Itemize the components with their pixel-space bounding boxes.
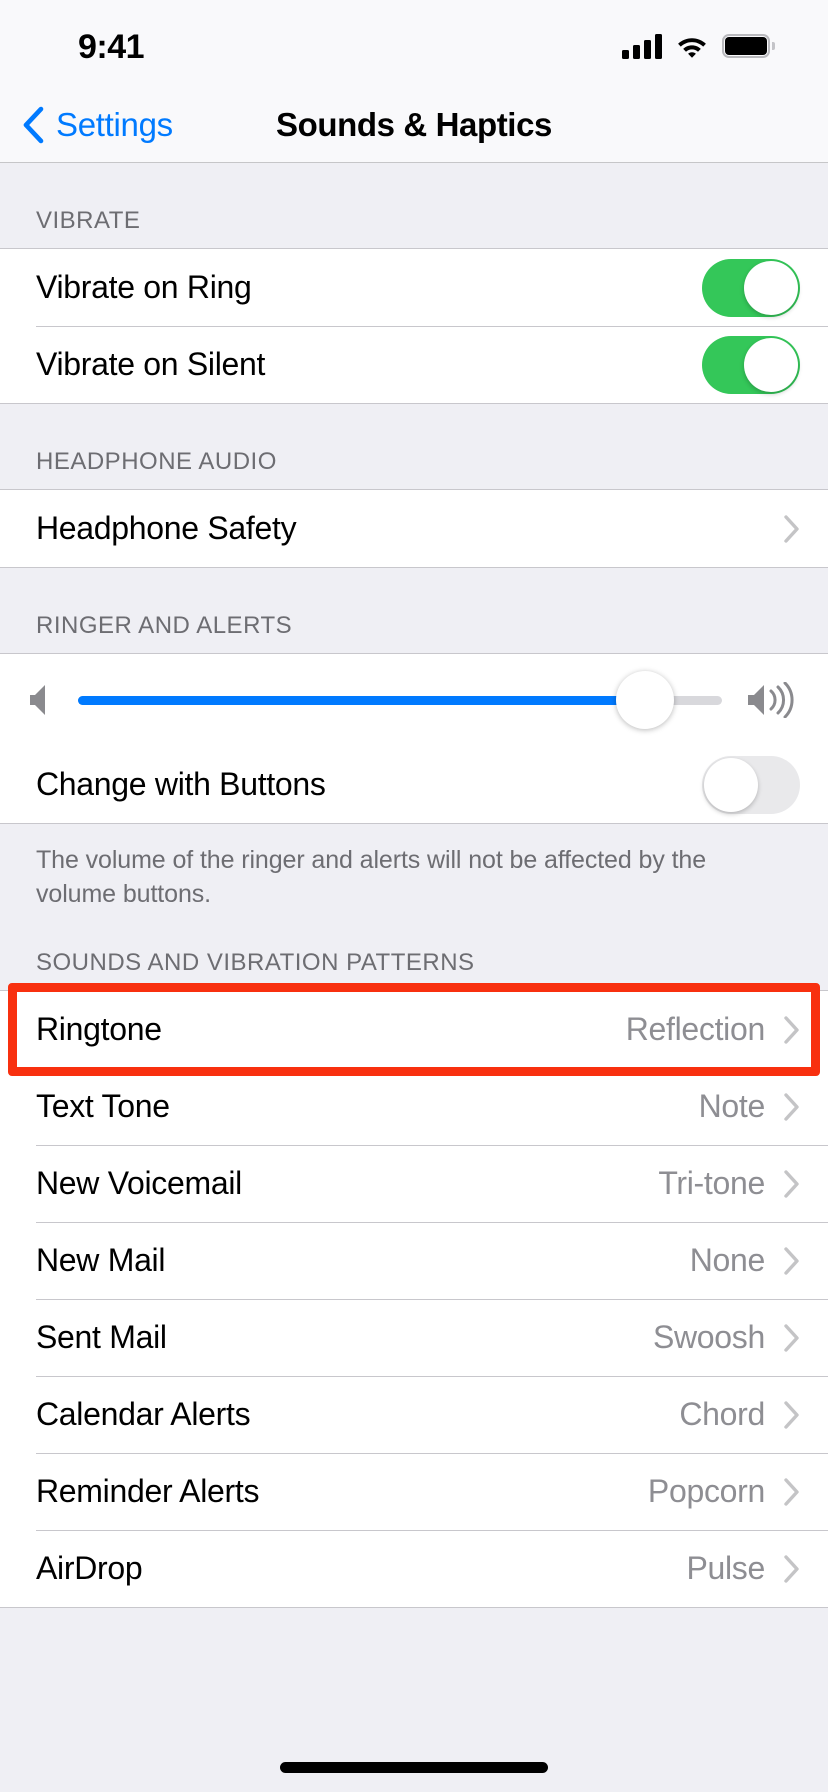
speaker-low-icon — [30, 685, 45, 715]
toggle-change-with-buttons[interactable] — [702, 755, 800, 814]
chevron-right-icon — [784, 1246, 799, 1275]
row-value: Tri-tone — [658, 1165, 765, 1201]
row-ringer-volume[interactable] — [0, 654, 828, 746]
row-headphone-safety[interactable]: Headphone Safety — [0, 490, 828, 567]
chevron-right-icon — [784, 1400, 799, 1429]
chevron-right-icon — [784, 1015, 799, 1044]
battery-full-icon — [722, 34, 775, 58]
toggle-vibrate-on-ring[interactable] — [702, 258, 800, 317]
status-bar: 9:41 — [0, 0, 828, 88]
volume-slider[interactable] — [78, 671, 722, 729]
row-value: Swoosh — [652, 1319, 765, 1355]
row-change-with-buttons[interactable]: Change with Buttons — [0, 746, 828, 823]
slider-fill — [78, 695, 645, 705]
cellular-signal-icon — [622, 33, 662, 59]
row-label: Change with Buttons — [36, 766, 326, 802]
slider-thumb[interactable] — [615, 671, 674, 729]
row-text-tone[interactable]: Text Tone Note — [0, 1068, 828, 1145]
section-group-vibrate: Vibrate on Ring Vibrate on Silent — [0, 248, 828, 404]
row-value: Popcorn — [647, 1473, 765, 1509]
row-ringtone[interactable]: Ringtone Reflection — [0, 991, 828, 1068]
back-button-label: Settings — [56, 106, 173, 143]
row-vibrate-on-ring[interactable]: Vibrate on Ring — [0, 249, 828, 326]
status-bar-time: 9:41 — [78, 28, 145, 66]
row-label: Reminder Alerts — [36, 1473, 260, 1509]
row-new-voicemail[interactable]: New Voicemail Tri-tone — [0, 1145, 828, 1222]
back-button[interactable]: Settings — [0, 106, 173, 144]
chevron-right-icon — [784, 1323, 799, 1352]
navigation-bar: Settings Sounds & Haptics — [0, 88, 828, 163]
row-label: Vibrate on Ring — [36, 269, 252, 305]
row-label: Text Tone — [36, 1088, 170, 1124]
settings-list[interactable]: VIBRATE Vibrate on Ring Vibrate on Silen… — [0, 163, 828, 1792]
speaker-high-icon — [748, 682, 794, 718]
row-reminder-alerts[interactable]: Reminder Alerts Popcorn — [0, 1453, 828, 1530]
chevron-right-icon — [784, 514, 799, 543]
section-group-sounds-and-vibration-patterns: Ringtone Reflection Text Tone Note New V… — [0, 983, 828, 1608]
footnote-ringer-and-alerts: The volume of the ringer and alerts will… — [0, 824, 828, 911]
iphone-screen: 9:41 Settings Sounds & Haptics VIBRATE V… — [0, 0, 828, 1792]
row-calendar-alerts[interactable]: Calendar Alerts Chord — [0, 1376, 828, 1453]
row-value: Note — [698, 1088, 766, 1124]
row-airdrop[interactable]: AirDrop Pulse — [0, 1530, 828, 1607]
row-vibrate-on-silent[interactable]: Vibrate on Silent — [0, 326, 828, 403]
chevron-right-icon — [784, 1477, 799, 1506]
status-bar-indicators — [622, 29, 775, 59]
row-label: New Mail — [36, 1242, 166, 1278]
row-new-mail[interactable]: New Mail None — [0, 1222, 828, 1299]
row-label: Ringtone — [36, 1011, 162, 1047]
row-label: Calendar Alerts — [36, 1396, 251, 1432]
wifi-icon — [678, 38, 706, 58]
chevron-right-icon — [784, 1169, 799, 1198]
row-label: AirDrop — [36, 1550, 143, 1586]
section-group-ringer-and-alerts: Change with Buttons — [0, 653, 828, 824]
section-header-ringer-and-alerts: RINGER AND ALERTS — [0, 568, 828, 653]
row-label: Headphone Safety — [36, 510, 297, 546]
section-header-sounds-and-vibration-patterns: SOUNDS AND VIBRATION PATTERNS — [0, 911, 828, 990]
home-indicator[interactable] — [280, 1762, 548, 1773]
chevron-left-icon — [23, 106, 44, 144]
row-value: Pulse — [686, 1550, 765, 1586]
row-value: Reflection — [625, 1011, 766, 1047]
chevron-right-icon — [784, 1092, 799, 1121]
row-sent-mail[interactable]: Sent Mail Swoosh — [0, 1299, 828, 1376]
row-label: Vibrate on Silent — [36, 346, 266, 382]
section-group-headphone-audio: Headphone Safety — [0, 489, 828, 568]
section-header-vibrate: VIBRATE — [0, 163, 828, 248]
row-value: Chord — [679, 1396, 765, 1432]
toggle-vibrate-on-silent[interactable] — [702, 335, 800, 394]
section-header-headphone-audio: HEADPHONE AUDIO — [0, 404, 828, 489]
row-value: None — [689, 1242, 766, 1278]
chevron-right-icon — [784, 1554, 799, 1583]
row-label: New Voicemail — [36, 1165, 242, 1201]
row-label: Sent Mail — [36, 1319, 167, 1355]
highlight-box-ringtone: Ringtone Reflection — [0, 983, 828, 1076]
